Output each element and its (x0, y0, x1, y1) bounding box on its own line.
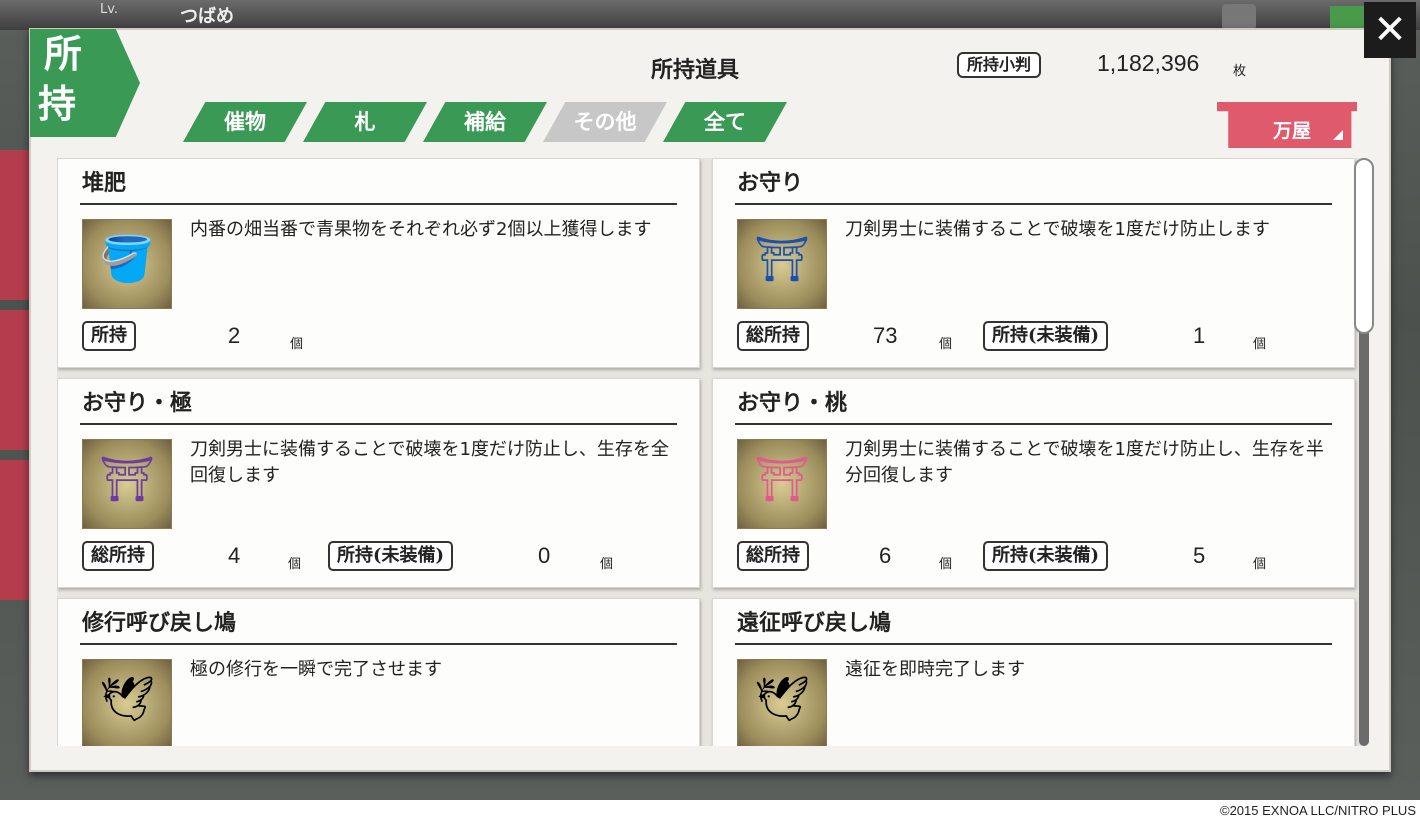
count-unit: 個 (290, 337, 304, 352)
unequipped-count: 0 (538, 543, 551, 568)
unequipped-count: 1 (1193, 323, 1206, 348)
item-description: 極の修行を一瞬で完了させます (190, 659, 442, 680)
side-menu-tab[interactable] (0, 460, 30, 600)
item-description: 内番の畑当番で青果物をそれぞれ必ず2個以上獲得します (190, 219, 652, 240)
item-list[interactable]: 堆肥 🪣 内番の畑当番で青果物をそれぞれ必ず2個以上獲得します 所持 2 個 お… (57, 158, 1367, 746)
item-name: 遠征呼び戻し鳩 (737, 610, 892, 636)
divider (735, 643, 1332, 645)
item-description: 刀剣男士に装備することで破壊を1度だけ防止します (845, 219, 1270, 240)
coin-value: 1,182,396 (1097, 50, 1200, 76)
item-card: お守り ⛩ 刀剣男士に装備することで破壊を1度だけ防止します 総所持 73 個 … (712, 158, 1355, 368)
total-owned-badge: 総所持 (737, 321, 809, 351)
side-menu-tab[interactable] (0, 150, 30, 300)
divider (80, 423, 677, 425)
count-unit: 個 (1253, 337, 1267, 352)
level-label: Lv. (100, 2, 119, 17)
tab-others[interactable]: その他 (543, 102, 667, 142)
scrollbar-thumb[interactable] (1354, 158, 1374, 334)
total-owned-count: 4 (228, 543, 241, 568)
count-unit: 個 (939, 337, 953, 352)
unequipped-count: 5 (1193, 543, 1206, 568)
tab-all[interactable]: 全て (663, 102, 787, 142)
owned-badge: 所持 (82, 321, 136, 351)
count-unit: 個 (288, 557, 302, 572)
divider (80, 203, 677, 205)
coin-unit: 枚 (1233, 64, 1247, 79)
total-owned-badge: 総所持 (737, 541, 809, 571)
list-scrollbar[interactable] (1354, 158, 1374, 746)
count-unit: 個 (939, 557, 953, 572)
item-card: お守り・桃 ⛩ 刀剣男士に装備することで破壊を1度だけ防止し、生存を半分回復しま… (712, 378, 1355, 588)
expedition-pigeon-icon: 🕊 (737, 659, 827, 746)
copyright-text: ©2015 EXNOA LLC/NITRO PLUS (1220, 803, 1416, 818)
count-unit: 個 (600, 557, 614, 572)
tab-events[interactable]: 催物 (183, 102, 307, 142)
item-name: お守り・桃 (737, 390, 848, 416)
item-name: お守り・極 (82, 390, 193, 416)
count-unit: 個 (1253, 557, 1267, 572)
close-button[interactable]: ✕ (1364, 2, 1416, 58)
unequipped-badge: 所持(未装備) (983, 321, 1109, 351)
gear-icon[interactable] (1222, 4, 1256, 30)
item-description: 刀剣男士に装備することで破壊を1度だけ防止し、生存を全回復します (190, 439, 669, 486)
divider (735, 423, 1332, 425)
item-description: 遠征を即時完了します (845, 659, 1025, 680)
total-owned-count: 6 (879, 543, 892, 568)
shop-button-label: 万屋 (1273, 120, 1312, 142)
total-owned-count: 73 (873, 323, 898, 348)
corner-arrow-icon (1333, 130, 1343, 140)
item-card: 修行呼び戻し鳩 🕊 極の修行を一瞬で完了させます (57, 598, 700, 746)
corner-tag-char: 所 (44, 31, 83, 76)
blue-charm-icon: ⛩ (737, 219, 827, 309)
divider (735, 203, 1332, 205)
item-card: 遠征呼び戻し鳩 🕊 遠征を即時完了します (712, 598, 1355, 746)
gold-charm-icon: ⛩ (82, 439, 172, 529)
item-name: 修行呼び戻し鳩 (82, 610, 237, 636)
tab-supplies[interactable]: 補給 (423, 102, 547, 142)
compost-bucket-icon: 🪣 (82, 219, 172, 309)
corner-tag-char: 持 (38, 81, 77, 126)
divider (80, 643, 677, 645)
modal-title: 所持道具 (651, 57, 740, 83)
training-pigeon-icon: 🕊 (82, 659, 172, 746)
item-card: 堆肥 🪣 内番の畑当番で青果物をそれぞれ必ず2個以上獲得します 所持 2 個 (57, 158, 700, 368)
top-status-bar: Lv. つばめ (0, 0, 1420, 32)
inventory-modal: 所 持 所持道具 所持小判 1,182,396 枚 催物 札 補給 その他 全て… (29, 28, 1391, 772)
unequipped-badge: 所持(未装備) (328, 541, 454, 571)
shop-button[interactable]: 万屋 (1217, 102, 1357, 148)
pink-charm-icon: ⛩ (737, 439, 827, 529)
unequipped-badge: 所持(未装備) (983, 541, 1109, 571)
tab-cards[interactable]: 札 (303, 102, 427, 142)
side-menu-tab[interactable] (0, 310, 30, 450)
total-owned-badge: 総所持 (82, 541, 154, 571)
coin-label: 所持小判 (957, 52, 1042, 78)
owned-count: 2 (228, 323, 241, 348)
item-description: 刀剣男士に装備することで破壊を1度だけ防止し、生存を半分回復します (845, 439, 1324, 486)
inventory-corner-tag: 所 持 (30, 29, 140, 137)
item-card: お守り・極 ⛩ 刀剣男士に装備することで破壊を1度だけ防止し、生存を全回復します… (57, 378, 700, 588)
item-name: お守り (737, 170, 804, 196)
item-name: 堆肥 (82, 170, 127, 196)
player-name: つばめ (180, 6, 234, 27)
